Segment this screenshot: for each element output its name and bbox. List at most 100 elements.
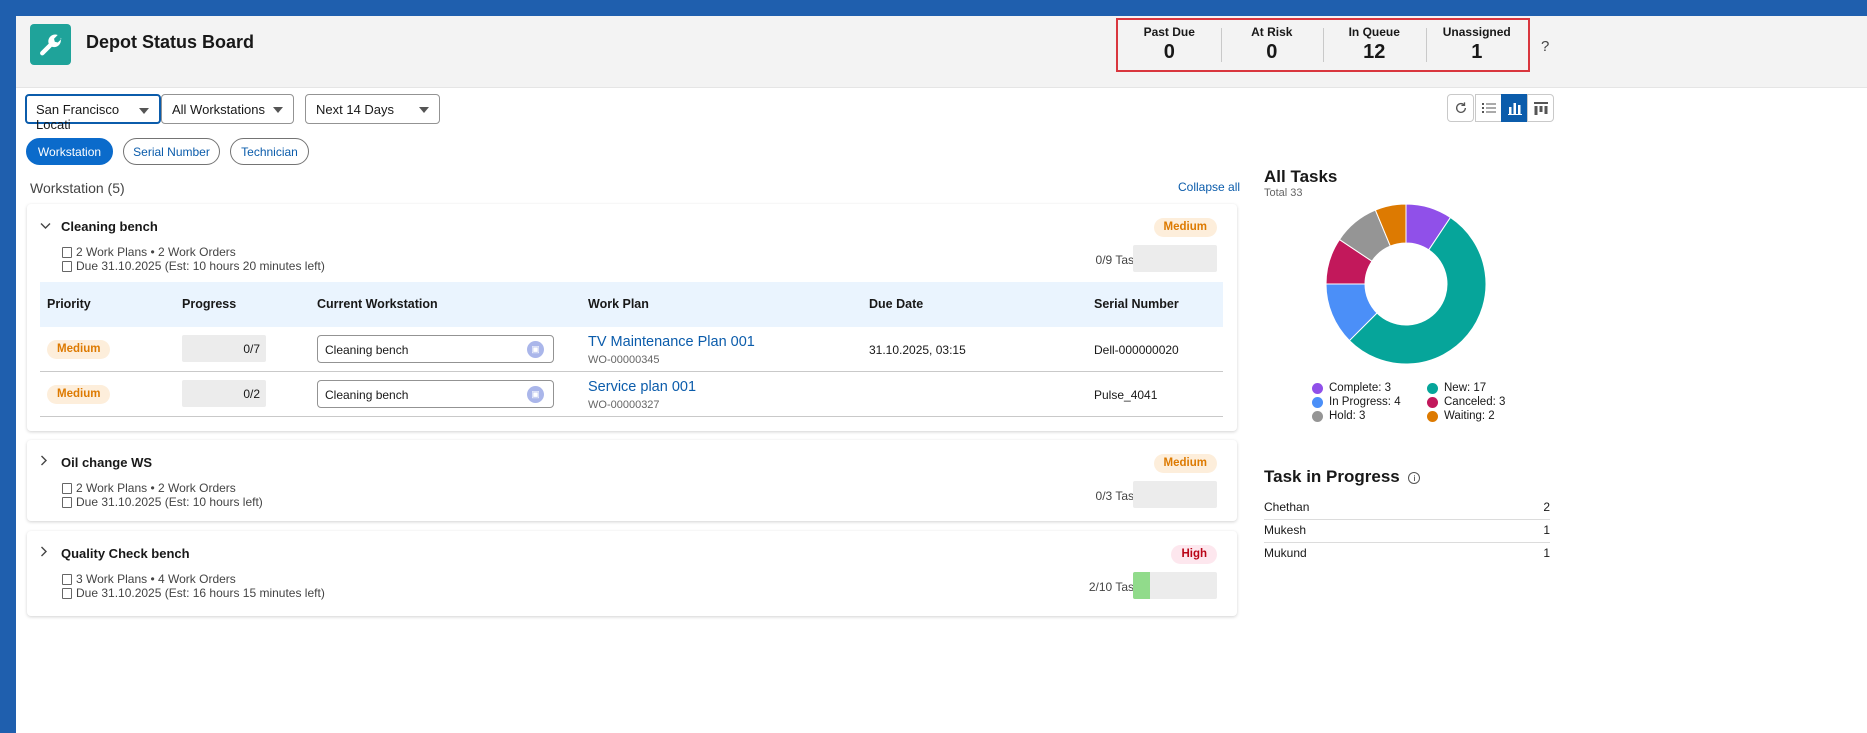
technician-count: 1: [1543, 523, 1550, 537]
calendar-icon: [62, 260, 72, 272]
chevron-down-icon: [419, 107, 429, 113]
priority-badge: Medium: [1153, 454, 1217, 473]
collapse-all-link[interactable]: Collapse all: [1178, 180, 1240, 194]
list-icon: [1481, 103, 1496, 113]
card-meta-plans: 2 Work Plans • 2 Work Orders: [62, 245, 236, 259]
legend-complete: Complete: 3: [1312, 382, 1391, 394]
stat-unassigned: Unassigned 1: [1425, 20, 1529, 70]
date-range-select[interactable]: Next 14 Days: [305, 94, 440, 124]
location-value: San Francisco Locati: [36, 102, 120, 132]
all-tasks-donut-chart: [1325, 203, 1487, 365]
view-toggle-group: [1447, 94, 1554, 124]
bar-chart-icon: [1507, 102, 1522, 115]
all-tasks-total: Total 33: [1264, 187, 1303, 199]
chevron-down-icon: [273, 107, 283, 113]
stat-value: 0: [1266, 41, 1278, 63]
stat-label: In Queue: [1348, 25, 1400, 39]
technician-row: Chethan 2: [1264, 498, 1550, 520]
technician-name: Chethan: [1264, 500, 1310, 514]
tab-workstation[interactable]: Workstation: [26, 138, 113, 165]
card-title: Oil change WS: [61, 455, 153, 470]
card-meta-plans: 3 Work Plans • 4 Work Orders: [62, 572, 236, 586]
legend-new: New: 17: [1427, 382, 1486, 394]
workstation-icon: ▣: [527, 386, 544, 403]
technician-name: Mukund: [1264, 546, 1307, 560]
card-meta-due: Due 31.10.2025 (Est: 10 hours 20 minutes…: [62, 259, 325, 273]
stat-value: 12: [1363, 41, 1386, 63]
column-header: Priority: [47, 297, 91, 311]
chevron-right-icon[interactable]: [40, 454, 48, 469]
legend-label: Waiting: 2: [1444, 410, 1495, 422]
legend-hold: Hold: 3: [1312, 410, 1365, 422]
workstations-value: All Workstations: [172, 102, 265, 117]
refresh-icon: [1455, 102, 1466, 113]
workstation-icon: ▣: [527, 341, 544, 358]
meta-text: Due 31.10.2025 (Est: 10 hours left): [76, 495, 263, 509]
card-meta-due: Due 31.10.2025 (Est: 16 hours 15 minutes…: [62, 586, 325, 600]
location-select[interactable]: San Francisco Locati: [25, 94, 161, 132]
legend-label: Complete: 3: [1329, 382, 1392, 394]
stat-at-risk: At Risk 0: [1220, 20, 1324, 70]
chevron-right-icon[interactable]: [40, 545, 48, 560]
work-plan-link[interactable]: TV Maintenance Plan 001: [588, 334, 755, 350]
technician-row: Mukesh 1: [1264, 521, 1550, 543]
column-header: Progress: [182, 297, 237, 311]
progress-value: 0/2: [182, 380, 266, 407]
wrench-icon: [30, 24, 71, 65]
workstations-select[interactable]: All Workstations: [161, 94, 294, 124]
priority-badge: Medium: [1153, 218, 1217, 237]
legend-label: Hold: 3: [1329, 410, 1366, 422]
priority-badge: Medium: [47, 340, 111, 359]
task-in-progress-title: Task in Progress i: [1264, 467, 1421, 487]
stat-label: At Risk: [1251, 25, 1293, 39]
stat-in-queue: In Queue 12: [1323, 20, 1426, 70]
all-tasks-title: All Tasks: [1264, 167, 1338, 186]
column-header: Current Workstation: [317, 297, 438, 311]
legend-swatch: [1312, 382, 1323, 394]
technician-count: 1: [1543, 546, 1550, 560]
meta-text: 3 Work Plans • 4 Work Orders: [76, 572, 236, 586]
meta-text: 2 Work Plans • 2 Work Orders: [76, 481, 236, 495]
card-meta-plans: 2 Work Plans • 2 Work Orders: [62, 481, 236, 495]
tab-technician[interactable]: Technician: [230, 138, 309, 165]
progress-value: 0/7: [182, 335, 266, 362]
priority-badge: Medium: [47, 385, 111, 404]
column-header: Work Plan: [588, 297, 649, 311]
legend-label: Canceled: 3: [1444, 396, 1506, 408]
work-plan-link[interactable]: Service plan 001: [588, 379, 696, 395]
card-title: Cleaning bench: [61, 219, 158, 234]
meta-text: Due 31.10.2025 (Est: 16 hours 15 minutes…: [76, 586, 325, 600]
stat-value: 0: [1163, 41, 1175, 63]
card-meta-due: Due 31.10.2025 (Est: 10 hours left): [62, 495, 263, 509]
depot-board-window: Depot Status Board Past Due 0 At Risk 0 …: [16, 16, 1867, 733]
section-title: Workstation (5): [30, 180, 125, 196]
workstation-field[interactable]: Cleaning bench ▣: [317, 380, 554, 408]
refresh-button[interactable]: [1447, 94, 1474, 122]
board-view-button[interactable]: [1527, 94, 1554, 122]
serial-number: Dell-000000020: [1094, 343, 1179, 357]
column-header: Due Date: [869, 297, 924, 311]
legend-swatch: [1427, 396, 1438, 408]
tip-title-text: Task in Progress: [1264, 467, 1400, 486]
chevron-down-icon[interactable]: [40, 218, 51, 233]
legend-waiting: Waiting: 2: [1427, 410, 1495, 422]
tab-serial-number[interactable]: Serial Number: [123, 138, 220, 165]
legend-swatch: [1312, 410, 1323, 422]
table-row: Medium 0/2 Cleaning bench ▣ Service plan…: [40, 372, 1223, 417]
workstation-card-quality-check: Quality Check bench 3 Work Plans • 4 Wor…: [27, 531, 1237, 616]
info-icon[interactable]: i: [1408, 471, 1421, 484]
list-view-button[interactable]: [1475, 94, 1502, 122]
legend-in-progress: In Progress: 4: [1312, 396, 1401, 408]
kanban-icon: [1533, 101, 1548, 115]
serial-number: Pulse_4041: [1094, 388, 1158, 402]
documents-icon: [62, 246, 72, 258]
tasks-progress-fill: [1133, 572, 1150, 599]
documents-icon: [62, 573, 72, 585]
stat-label: Past Due: [1143, 25, 1195, 39]
table-header: Priority Progress Current Workstation Wo…: [40, 282, 1223, 327]
help-icon[interactable]: ?: [1541, 38, 1549, 55]
due-date: 31.10.2025, 03:15: [869, 343, 966, 357]
stat-past-due: Past Due 0: [1118, 20, 1221, 70]
chart-view-button[interactable]: [1501, 94, 1528, 122]
workstation-field[interactable]: Cleaning bench ▣: [317, 335, 554, 363]
